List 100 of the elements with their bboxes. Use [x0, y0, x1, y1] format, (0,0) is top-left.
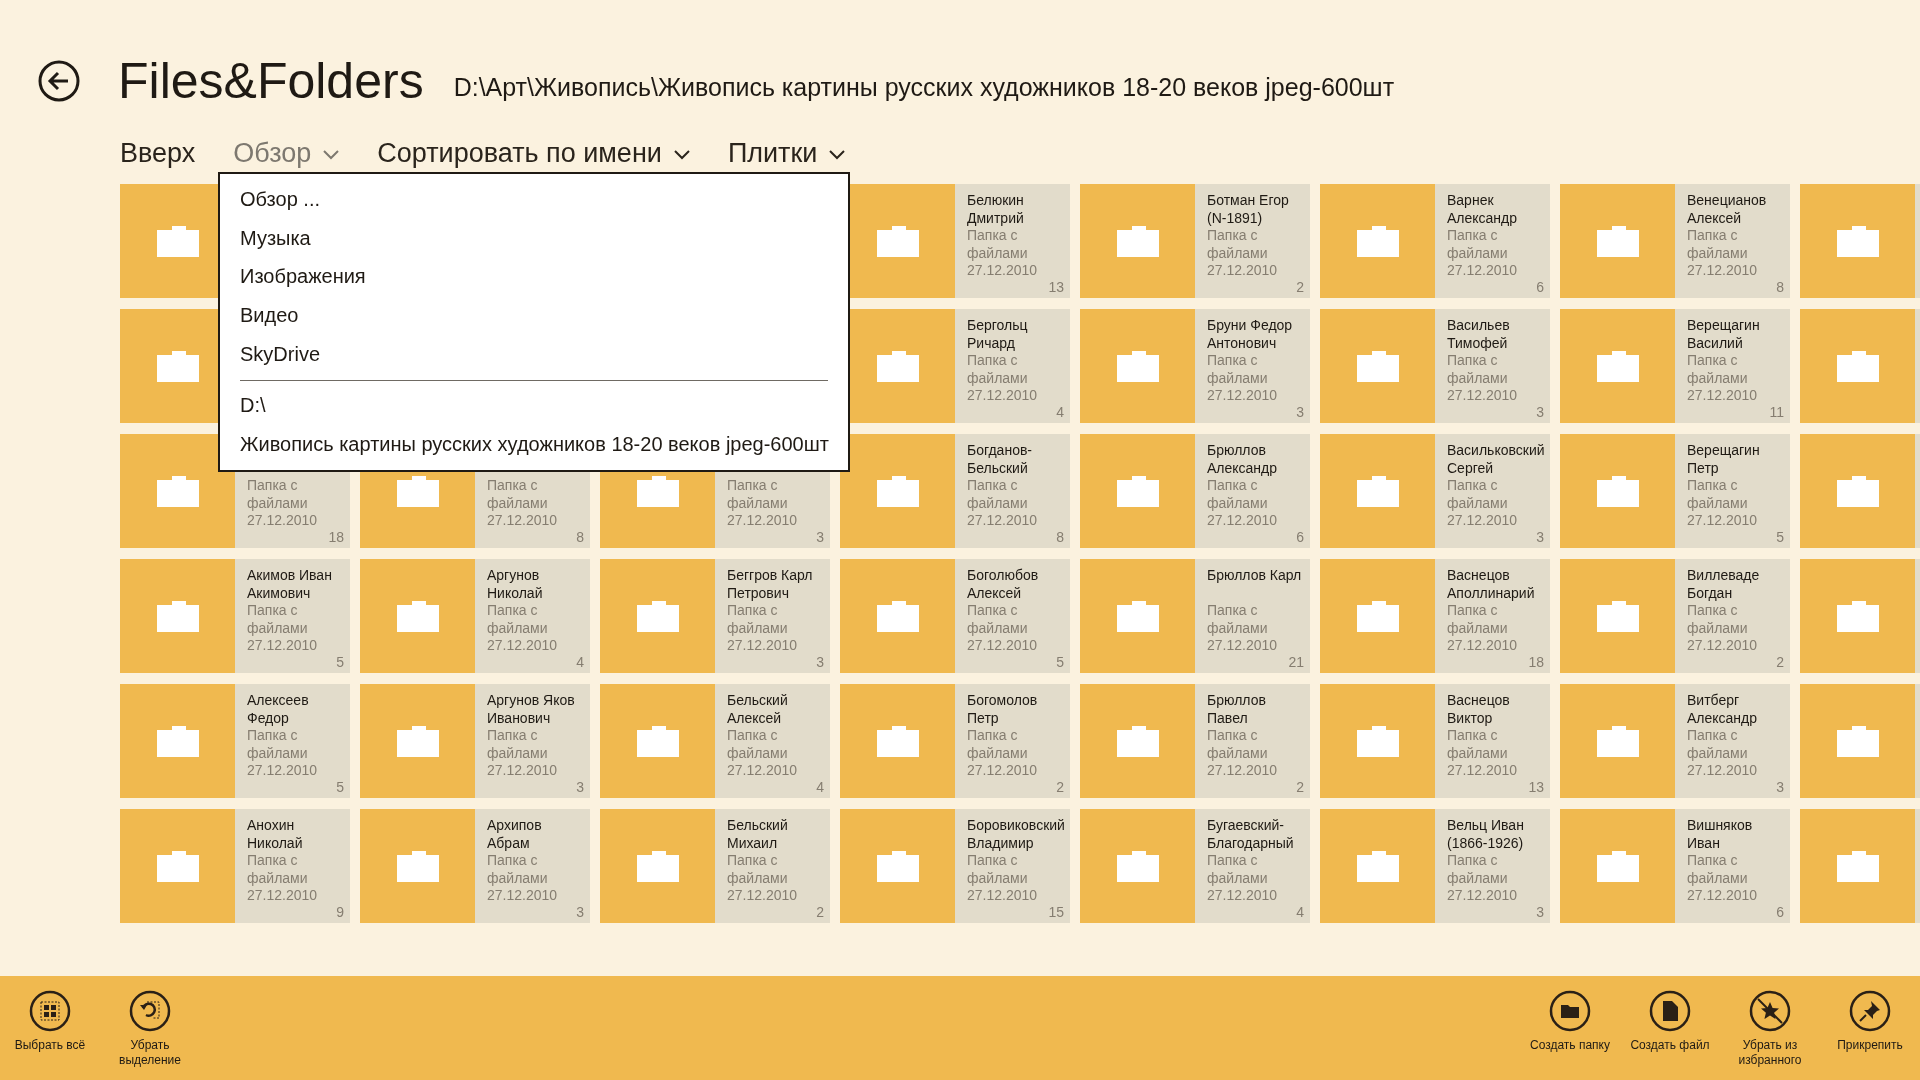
menu-item[interactable]: Изображения	[240, 257, 366, 297]
folder-type: Папка с файлами	[247, 852, 309, 887]
folder-name: Витберг Александр	[1687, 692, 1759, 727]
folder-type: Папка с файлами	[1447, 477, 1509, 512]
app-bar-button[interactable]: Создать папку	[1520, 976, 1620, 1080]
folder-name: Виллеваде Богдан	[1687, 567, 1761, 602]
undo-icon	[129, 990, 171, 1032]
folder-tile[interactable]: Варнек Александр Папка с файлами 27.12.2010 6	[1320, 184, 1550, 298]
folder-tile[interactable]: Боровиковский Владимир Папка с файлами 27.12.2010 15	[840, 809, 1070, 923]
folder-tile[interactable]: Виллеваде Богдан Папка с файлами 27.12.2010 2	[1560, 559, 1790, 673]
folder-tile[interactable]: Аргунов Яков Иванович Папка с файлами 27.12.2010 3	[360, 684, 590, 798]
file-count: 3	[1296, 403, 1304, 421]
folder-name: Вельц Иван (1866-1926)	[1447, 817, 1525, 852]
folder-name: Боголюбов Алексей	[967, 567, 1040, 602]
folder-tile[interactable]: Анохин Николай Папка с файлами 27.12.2010 9	[120, 809, 350, 923]
folder-icon	[1836, 475, 1879, 507]
folder-tile[interactable]: Акимов Иван Акимович Папка с файлами 27.12.2010 5	[120, 559, 350, 673]
menu-item[interactable]: Музыка	[240, 218, 311, 258]
folder-tile[interactable]: Архипов Абрам Папка с файлами 27.12.2010 3	[360, 809, 590, 923]
folder-tile[interactable]: Богданов-Бельский Папка с файлами 27.12.2010 8	[840, 434, 1070, 548]
folder-type: Папка с файлами	[247, 727, 309, 762]
folder-name: Бельский Михаил	[727, 817, 789, 852]
file-count: 3	[816, 528, 824, 546]
file-count: 13	[1048, 278, 1064, 296]
folder-tile[interactable]: Брюллов Карл Папка с файлами 27.12.2010 21	[1080, 559, 1310, 673]
menu-item[interactable]: SkyDrive	[240, 334, 320, 374]
folder-icon	[156, 725, 199, 757]
folder-type: Папка с файлами	[1687, 477, 1749, 512]
file-count: 2	[1296, 778, 1304, 796]
folder-date: 27.12.2010	[247, 887, 319, 905]
app-bar-button[interactable]: Прикрепить	[1820, 976, 1920, 1080]
folder-name: Анохин Николай	[247, 817, 304, 852]
folder-name: Белюкин Дмитрий	[967, 192, 1025, 227]
folder-tile[interactable]: Вишняков Иван Папка с файлами 27.12.2010 6	[1560, 809, 1790, 923]
folder-tile[interactable]: Верещагин Петр Папка с файлами 27.12.2010 5	[1560, 434, 1790, 548]
folder-name: Аргунов Яков Иванович	[487, 692, 576, 727]
folder-tile[interactable]: Васильев Тимофей Папка с файлами 27.12.2010 3	[1320, 309, 1550, 423]
folder-icon	[156, 225, 199, 257]
folder-tile[interactable]: Васнецов Виктор Папка с файлами 27.12.2010 13	[1320, 684, 1550, 798]
file-count: 5	[336, 778, 344, 796]
folder-tile[interactable]: Брюллов Александр Папка с файлами 27.12.2010 6	[1080, 434, 1310, 548]
folder-tile[interactable]: Васильковский Сергей Папка с файлами 27.12.2010 3	[1320, 434, 1550, 548]
folder-tile[interactable]: Алексеев Федор Папка с файлами 27.12.2010 5	[120, 684, 350, 798]
folder-icon	[1596, 850, 1639, 882]
file-count: 9	[336, 903, 344, 921]
folder-tile[interactable]: Бельский Алексей Папка с файлами 27.12.2010 4	[600, 684, 830, 798]
folder-tile[interactable]: Вельц Иван (1866-1926) Папка с файлами 27.12.2010 3	[1320, 809, 1550, 923]
folder-date: 27.12.2010	[727, 512, 799, 530]
folder-date: 27.12.2010	[1207, 262, 1279, 280]
folder-tile[interactable]: Боголюбов Алексей Папка с файлами 27.12.2010 5	[840, 559, 1070, 673]
folder-tile[interactable]: Беггров Карл Петрович Папка с файлами 27.12.2010 3	[600, 559, 830, 673]
folder-name: Алексеев Федор	[247, 692, 310, 727]
folder-tile[interactable]: Бугаевский-Благодарный Папка с файлами 27.12.2010 4	[1080, 809, 1310, 923]
folder-icon	[1356, 850, 1399, 882]
folder-date: 27.12.2010	[967, 512, 1039, 530]
folder-name: Бугаевский-Благодарный	[1207, 817, 1295, 852]
folder-tile[interactable]: Богомолов Петр Папка с файлами 27.12.2010 2	[840, 684, 1070, 798]
app-bar-button[interactable]: Выбрать всё	[0, 976, 100, 1080]
app-bar-button[interactable]: Убрать из избранного	[1720, 976, 1820, 1080]
file-count: 2	[816, 903, 824, 921]
app-bar-button[interactable]: Убрать выделение	[100, 976, 200, 1080]
folder-date: 27.12.2010	[1447, 762, 1519, 780]
nav-menu[interactable]: Плитки	[727, 137, 846, 169]
folder-date: 27.12.2010	[487, 637, 559, 655]
folder-tile[interactable]: Витберг Александр Папка с файлами 27.12.2010 3	[1560, 684, 1790, 798]
folder-date: 27.12.2010	[1687, 887, 1759, 905]
folder-date: 27.12.2010	[1687, 512, 1759, 530]
folder-type: Папка с файлами	[247, 477, 309, 512]
folder-tile[interactable]: Бруни Федор Антонович Папка с файлами 27.12.2010 3	[1080, 309, 1310, 423]
nav-menu[interactable]: Обзор	[233, 137, 340, 169]
folder-path: D:\Арт\Живопись\Живопись картины русских художников 18-20 веков jpeg-600шт	[453, 71, 1395, 102]
folder-date: 27.12.2010	[487, 762, 559, 780]
app-bar-button[interactable]: Создать файл	[1620, 976, 1720, 1080]
menu-item[interactable]: Видео	[240, 296, 299, 335]
file-count: 5	[1776, 528, 1784, 546]
folder-name: Бельский Алексей	[727, 692, 789, 727]
folder-tile[interactable]: Аргунов Николай Папка с файлами 27.12.2010 4	[360, 559, 590, 673]
folder-name: Брюллов Александр	[1207, 442, 1279, 477]
folder-tile[interactable]: Верещагин Василий Папка с файлами 27.12.2010 11	[1560, 309, 1790, 423]
folder-tile[interactable]: Брюллов Павел Папка с файлами 27.12.2010 2	[1080, 684, 1310, 798]
folder-name: Бруни Федор Антонович	[1207, 317, 1294, 352]
folder-icon	[1836, 850, 1879, 882]
folder-icon	[1596, 350, 1639, 382]
folder-tile[interactable]: Васнецов Аполлинарий Папка с файлами 27.12.2010 18	[1320, 559, 1550, 673]
menu-item[interactable]: D:\	[240, 386, 266, 426]
select-all-icon	[29, 990, 71, 1032]
app-title: Files&Folders	[118, 52, 424, 110]
nav-menu[interactable]: Сортировать по имени	[377, 137, 690, 169]
back-button[interactable]	[38, 60, 80, 102]
folder-tile[interactable]: Ботман Егор (N-1891) Папка с файлами 27.12.2010 2	[1080, 184, 1310, 298]
folder-tile[interactable]: Венецианов Алексей Папка с файлами 27.12.2010 8	[1560, 184, 1790, 298]
folder-icon	[1596, 600, 1639, 632]
menu-item[interactable]: Обзор ...	[240, 180, 320, 219]
folder-tile[interactable]: Бельский Михаил Папка с файлами 27.12.2010 2	[600, 809, 830, 923]
nav-menu[interactable]: Вверх	[120, 137, 196, 169]
folder-icon	[1836, 225, 1879, 257]
file-count: 18	[328, 528, 344, 546]
folder-type: Папка с файлами	[1447, 727, 1509, 762]
folder-name: Богданов-Бельский	[967, 442, 1034, 477]
folder-icon	[876, 600, 919, 632]
